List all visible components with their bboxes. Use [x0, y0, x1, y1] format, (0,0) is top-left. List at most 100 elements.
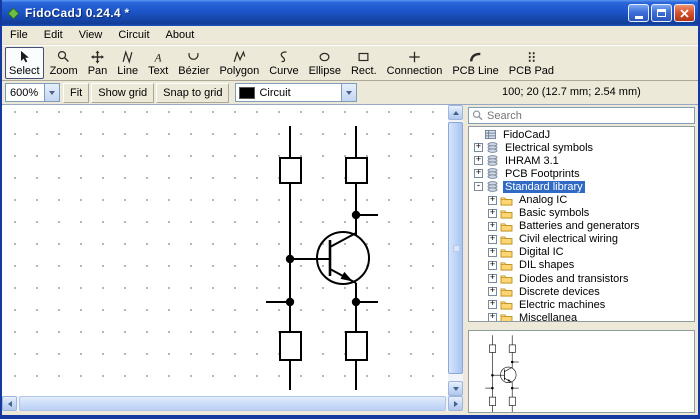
layer-color-swatch — [239, 87, 255, 99]
layer-combobox[interactable]: Circuit — [235, 83, 357, 102]
menu-bar: File Edit View Circuit About — [2, 26, 698, 45]
expander-plus-icon[interactable]: + — [488, 261, 497, 270]
chevron-down-icon — [49, 91, 55, 95]
minimize-button[interactable] — [628, 4, 649, 22]
pcb-line-tool-button[interactable]: PCB Line — [448, 47, 502, 79]
expander-plus-icon[interactable]: + — [488, 274, 497, 283]
text-tool-button[interactable]: A Text — [144, 47, 172, 79]
connection-icon — [407, 50, 422, 64]
expander-plus-icon[interactable]: + — [488, 196, 497, 205]
scroll-up-button[interactable] — [448, 105, 463, 120]
symbol-preview-drawing — [469, 331, 695, 413]
expander-plus-icon[interactable]: + — [488, 300, 497, 309]
expander-plus-icon[interactable]: + — [474, 169, 483, 178]
folder-icon — [500, 286, 513, 297]
view-toolbar: 600% Fit Show grid Snap to grid Circuit … — [2, 81, 698, 105]
tree-item-fidocadj-root[interactable]: FidoCadJ — [471, 128, 694, 141]
folder-icon — [500, 208, 513, 219]
drawing-canvas[interactable] — [2, 105, 448, 396]
chevron-down-icon — [346, 91, 352, 95]
tree-item-batteries[interactable]: + Batteries and generators — [471, 220, 694, 233]
canvas-vertical-scrollbar[interactable] — [448, 105, 463, 396]
arrow-right-icon — [454, 401, 458, 407]
canvas-horizontal-scrollbar[interactable] — [2, 396, 463, 411]
window-title: FidoCadJ 0.24.4 * — [25, 6, 129, 20]
scroll-right-button[interactable] — [448, 396, 463, 411]
folder-icon — [500, 221, 513, 232]
pan-tool-button[interactable]: Pan — [84, 47, 112, 79]
tree-item-miscellanea[interactable]: + Miscellanea — [471, 311, 694, 322]
root-node-icon — [484, 129, 497, 140]
library-search-box[interactable] — [468, 107, 695, 124]
tools-toolbar: Select Zoom Pan Line A Text Bézier Polyg… — [2, 45, 698, 81]
zoom-dropdown-button[interactable] — [44, 84, 59, 101]
folder-icon — [500, 247, 513, 258]
tree-item-electric-machines[interactable]: + Electric machines — [471, 298, 694, 311]
arrow-down-icon — [453, 387, 459, 391]
folder-icon — [500, 234, 513, 245]
pcb-pad-icon — [524, 50, 539, 64]
expander-plus-icon[interactable]: + — [488, 235, 497, 244]
show-grid-button[interactable]: Show grid — [91, 83, 154, 103]
menu-edit[interactable]: Edit — [36, 27, 71, 43]
zoom-tool-button[interactable]: Zoom — [46, 47, 82, 79]
connection-tool-button[interactable]: Connection — [383, 47, 447, 79]
title-bar[interactable]: FidoCadJ 0.24.4 * — [0, 0, 700, 26]
rectangle-tool-button[interactable]: Rect. — [347, 47, 381, 79]
minimize-icon — [635, 16, 643, 19]
selected-tree-label: Standard library — [503, 181, 585, 193]
maximize-button[interactable] — [651, 4, 672, 22]
library-icon — [486, 155, 499, 166]
tree-item-ihram[interactable]: + IHRAM 3.1 — [471, 154, 694, 167]
library-icon — [486, 142, 499, 153]
tree-item-analog-ic[interactable]: + Analog IC — [471, 193, 694, 206]
expander-plus-icon[interactable]: + — [488, 313, 497, 322]
expander-plus-icon[interactable]: + — [488, 248, 497, 257]
polygon-tool-button[interactable]: Polygon — [215, 47, 263, 79]
menu-about[interactable]: About — [158, 27, 203, 43]
expander-plus-icon[interactable]: + — [488, 222, 497, 231]
line-tool-button[interactable]: Line — [113, 47, 142, 79]
tree-item-electrical-symbols[interactable]: + Electrical symbols — [471, 141, 694, 154]
layer-dropdown-button[interactable] — [341, 84, 356, 101]
tree-item-discrete-devices[interactable]: + Discrete devices — [471, 285, 694, 298]
vertical-scroll-thumb[interactable] — [448, 122, 463, 374]
tree-item-standard-library[interactable]: - Standard library — [471, 180, 694, 193]
expander-plus-icon[interactable]: + — [488, 209, 497, 218]
bezier-tool-button[interactable]: Bézier — [174, 47, 213, 79]
pcb-pad-tool-button[interactable]: PCB Pad — [505, 47, 558, 79]
scroll-left-button[interactable] — [2, 396, 17, 411]
menu-circuit[interactable]: Circuit — [110, 27, 157, 43]
schematic-drawing — [2, 105, 448, 396]
text-icon: A — [151, 50, 166, 64]
expander-plus-icon[interactable]: + — [488, 287, 497, 296]
search-input[interactable] — [487, 110, 691, 122]
tree-item-civil-wiring[interactable]: + Civil electrical wiring — [471, 233, 694, 246]
ellipse-tool-button[interactable]: Ellipse — [305, 47, 345, 79]
tree-item-dil-shapes[interactable]: + DIL shapes — [471, 259, 694, 272]
folder-icon — [500, 195, 513, 206]
fidocadj-app-icon — [7, 7, 20, 20]
close-icon — [680, 9, 689, 18]
tree-item-pcb-footprints[interactable]: + PCB Footprints — [471, 167, 694, 180]
horizontal-scroll-thumb[interactable] — [19, 396, 446, 411]
tree-item-basic-symbols[interactable]: + Basic symbols — [471, 207, 694, 220]
scroll-down-button[interactable] — [448, 381, 463, 396]
zoom-level-value: 600% — [6, 87, 44, 99]
rectangle-icon — [356, 50, 371, 64]
expander-plus-icon[interactable]: + — [474, 143, 483, 152]
menu-file[interactable]: File — [2, 27, 36, 43]
pan-arrows-icon — [90, 50, 105, 64]
tree-item-diodes-transistors[interactable]: + Diodes and transistors — [471, 272, 694, 285]
select-tool-button[interactable]: Select — [5, 47, 44, 79]
zoom-level-combobox[interactable]: 600% — [5, 83, 60, 102]
cursor-coordinates: 100; 20 (12.7 mm; 2.54 mm) — [502, 86, 641, 98]
expander-minus-icon[interactable]: - — [474, 182, 483, 191]
curve-tool-button[interactable]: Curve — [265, 47, 302, 79]
tree-item-digital-ic[interactable]: + Digital IC — [471, 246, 694, 259]
menu-view[interactable]: View — [71, 27, 111, 43]
close-button[interactable] — [674, 4, 695, 22]
snap-to-grid-button[interactable]: Snap to grid — [156, 83, 229, 103]
fit-button[interactable]: Fit — [63, 83, 89, 103]
expander-plus-icon[interactable]: + — [474, 156, 483, 165]
